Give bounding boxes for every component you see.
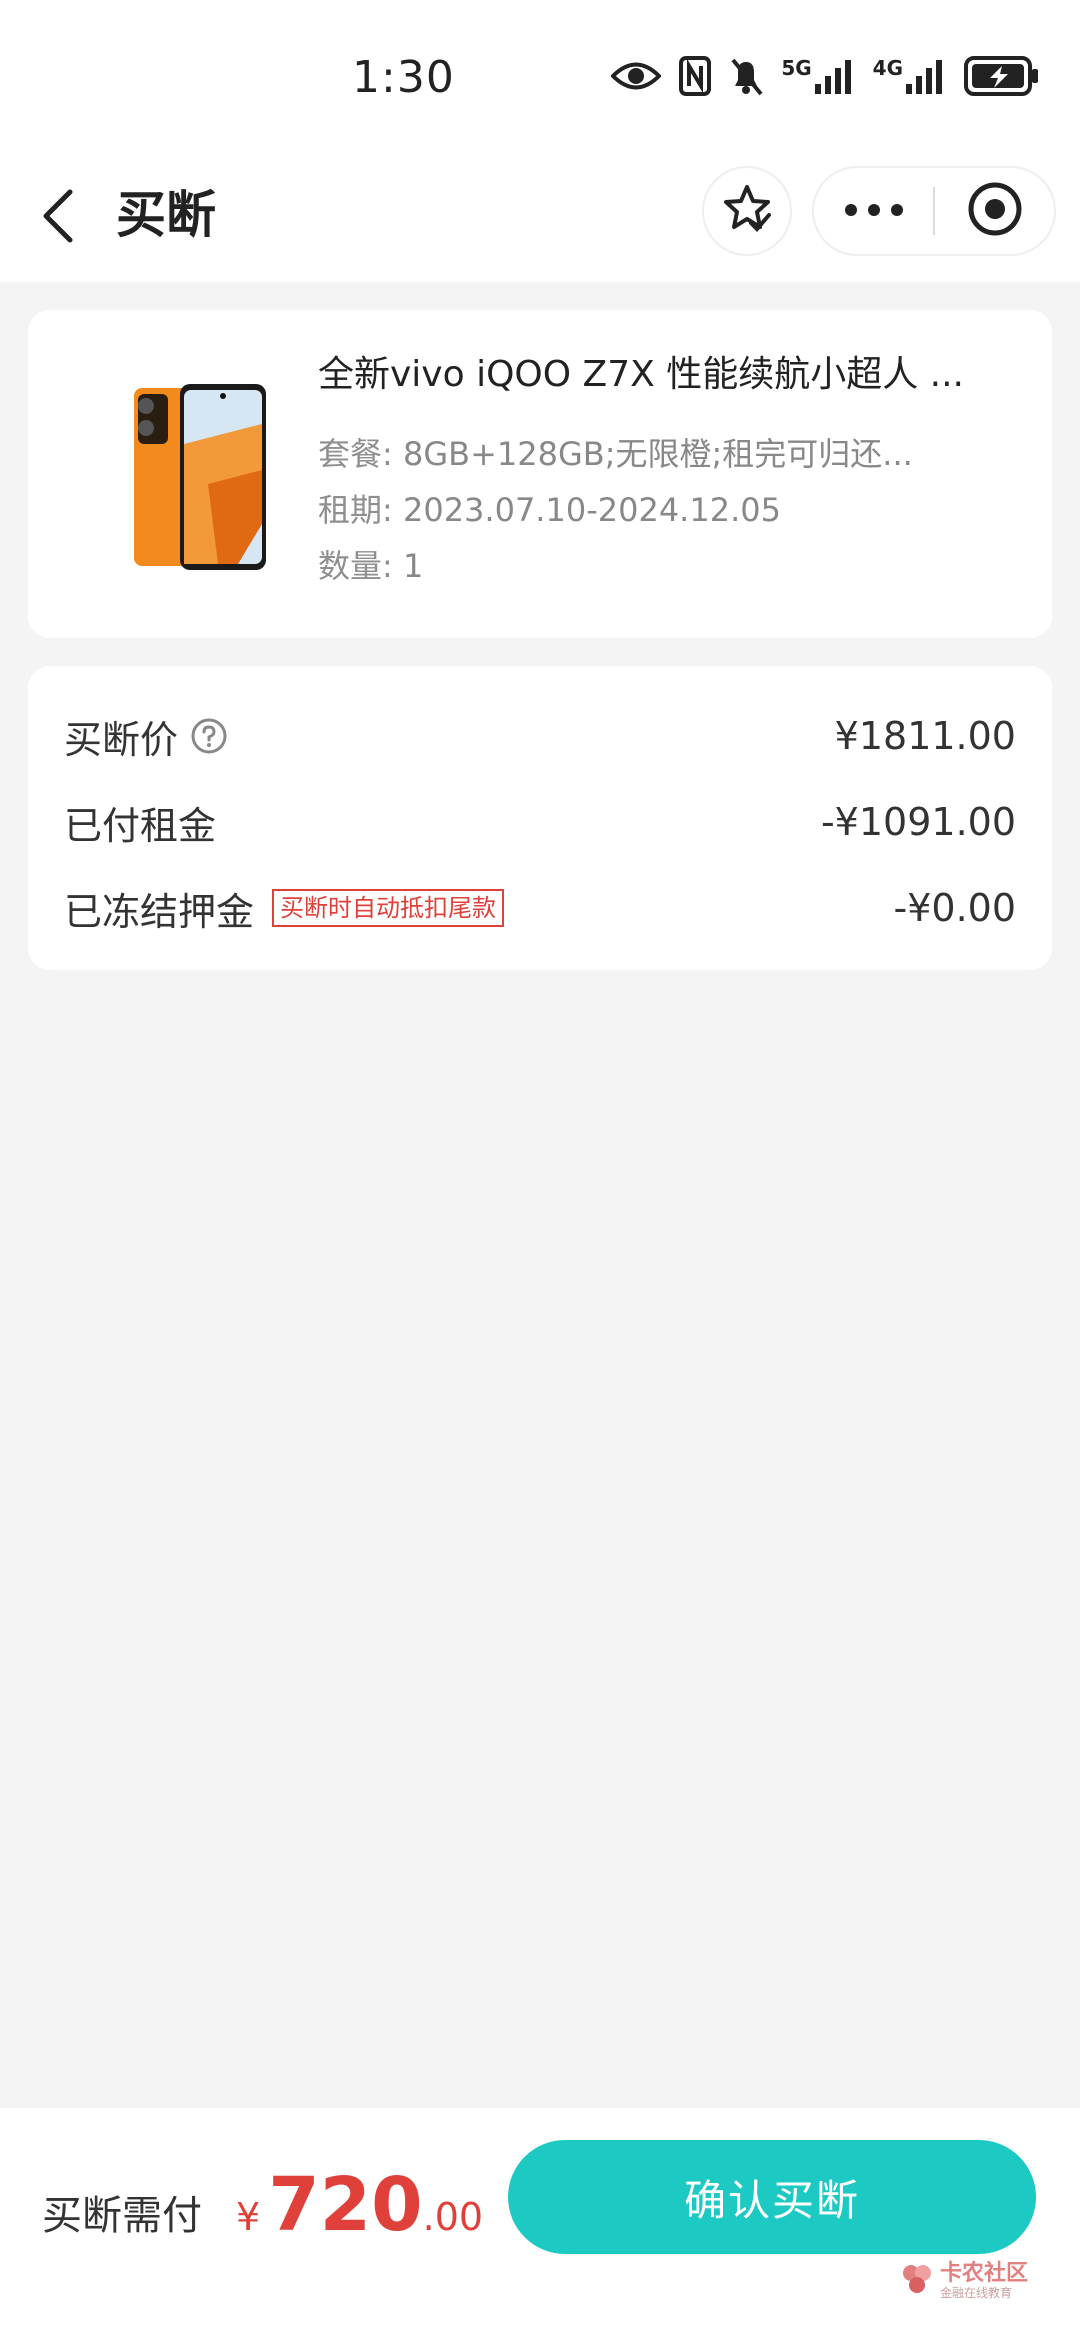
product-title: 全新vivo iQOO Z7X 性能续航小超人 ... bbox=[318, 354, 964, 395]
pay-label: 买断需付 bbox=[42, 2193, 202, 2239]
quantity-label: 数量: bbox=[318, 547, 393, 585]
package-value: 8GB+128GB;无限橙;租完可归还... bbox=[402, 435, 913, 473]
signal-4g-icon: 4G bbox=[873, 58, 946, 94]
help-icon[interactable] bbox=[190, 717, 228, 755]
pay-currency: ¥ bbox=[236, 2195, 261, 2239]
paid-rent-row: 已付租金 -¥1091.00 bbox=[64, 792, 1016, 852]
product-quantity: 数量: 1 bbox=[318, 544, 978, 588]
mini-program-capsule bbox=[812, 166, 1056, 256]
frozen-deposit-row: 已冻结押金 买断时自动抵扣尾款 -¥0.00 bbox=[64, 878, 1016, 938]
pay-amount: ¥ 720 .00 bbox=[236, 2162, 483, 2248]
battery-charging-icon bbox=[964, 56, 1040, 96]
bottom-bar: 买断需付 ¥ 720 .00 确认买断 卡农社区 金融在线教育 bbox=[0, 2108, 1080, 2340]
product-package: 套餐: 8GB+128GB;无限橙;租完可归还... bbox=[318, 432, 978, 476]
confirm-buyout-button[interactable]: 确认买断 bbox=[508, 2140, 1036, 2254]
frozen-deposit-value: -¥0.00 bbox=[893, 886, 1017, 930]
auto-deduct-tag: 买断时自动抵扣尾款 bbox=[272, 889, 505, 927]
watermark-title: 卡农社区 bbox=[940, 2261, 1029, 2286]
favorite-button[interactable] bbox=[702, 166, 792, 256]
close-mini-program-button[interactable] bbox=[935, 168, 1054, 254]
period-value: 2023.07.10-2024.12.05 bbox=[402, 491, 781, 529]
buyout-price-row: 买断价 ¥1811.00 bbox=[64, 706, 1016, 766]
back-icon[interactable] bbox=[30, 178, 86, 254]
price-breakdown-card: 买断价 ¥1811.00 已付租金 -¥1091.00 已冻结押金 买断时自动抵… bbox=[28, 666, 1052, 970]
eye-icon bbox=[611, 59, 662, 93]
page-title: 买断 bbox=[116, 186, 216, 244]
paid-rent-value: -¥1091.00 bbox=[820, 800, 1016, 844]
paid-rent-label: 已付租金 bbox=[64, 803, 217, 848]
status-bar: 1:30 5G 4G bbox=[0, 0, 1080, 150]
nav-bar: 买断 bbox=[0, 150, 1080, 282]
quantity-value: 1 bbox=[402, 547, 424, 585]
pay-amount-integer: 720 bbox=[268, 2162, 423, 2248]
status-time: 1:30 bbox=[352, 52, 455, 103]
frozen-deposit-label: 已冻结押金 bbox=[64, 889, 255, 934]
target-circle-icon bbox=[967, 181, 1023, 241]
signal-5g-icon: 5G bbox=[781, 58, 854, 94]
nfc-icon bbox=[679, 56, 712, 96]
buyout-price-value: ¥1811.00 bbox=[834, 714, 1016, 758]
star-check-icon bbox=[721, 183, 773, 239]
more-dots-icon bbox=[844, 202, 904, 221]
mute-bell-icon bbox=[729, 56, 763, 96]
product-image bbox=[98, 374, 298, 574]
product-card[interactable]: 全新vivo iQOO Z7X 性能续航小超人 ... 套餐: 8GB+128G… bbox=[28, 310, 1052, 638]
watermark-subtitle: 金融在线教育 bbox=[940, 2286, 1013, 2300]
more-button[interactable] bbox=[814, 168, 933, 254]
buyout-price-label: 买断价 bbox=[64, 717, 179, 762]
net-5g-label: 5G bbox=[781, 56, 812, 80]
status-icons: 5G 4G bbox=[611, 52, 1040, 100]
net-4g-label: 4G bbox=[872, 56, 903, 80]
package-label: 套餐: bbox=[318, 435, 393, 473]
watermark-logo-icon bbox=[900, 2262, 934, 2300]
period-label: 租期: bbox=[318, 491, 393, 529]
watermark: 卡农社区 金融在线教育 bbox=[900, 2262, 1028, 2300]
pay-amount-decimal: .00 bbox=[422, 2195, 484, 2239]
product-period: 租期: 2023.07.10-2024.12.05 bbox=[318, 488, 978, 532]
